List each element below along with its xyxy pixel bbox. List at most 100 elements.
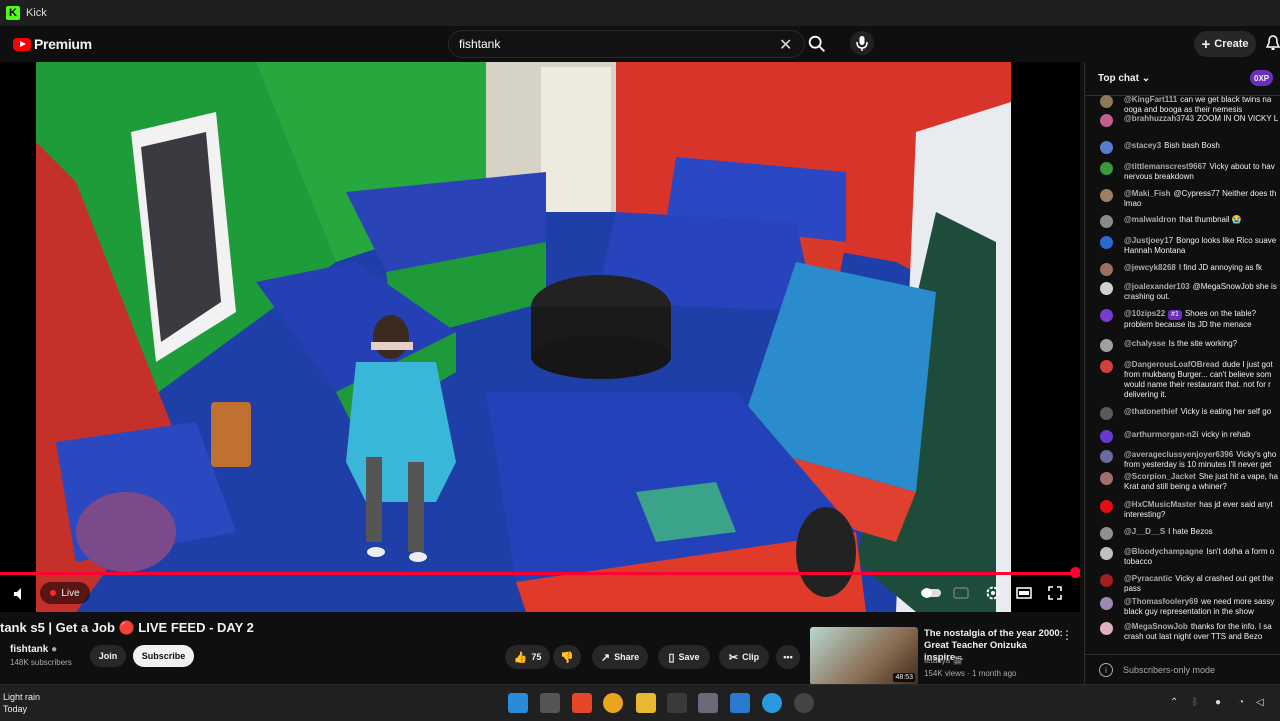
dislike-button[interactable]: 👎 [553,645,581,669]
terminal-icon[interactable] [667,693,687,713]
chat-text: ZOOM IN ON VICKY L [1197,114,1279,123]
theater-mode-icon[interactable] [1015,584,1033,602]
avatar[interactable] [1100,430,1113,443]
join-button[interactable]: Join [90,645,126,667]
edge-icon[interactable] [762,693,782,713]
avatar[interactable] [1100,472,1113,485]
mic-tray-icon[interactable]: ● [1215,697,1221,708]
task-view-icon[interactable] [540,693,560,713]
recommended-thumbnail[interactable]: 48:53 [810,627,918,685]
chat-author[interactable]: @10zips22 [1124,309,1165,318]
search-box[interactable]: fishtank ✕ [448,30,805,58]
fullscreen-icon[interactable] [1046,584,1064,602]
chat-author[interactable]: @jewcyk8268 [1124,263,1176,272]
clear-search-icon[interactable]: ✕ [779,35,792,55]
like-button[interactable]: 👍 75 [505,645,550,669]
chat-author[interactable]: @brahhuzzah3743 [1124,114,1194,123]
avatar[interactable] [1100,215,1113,228]
chat-author[interactable]: @HxCMusicMaster [1124,500,1196,509]
live-button[interactable]: Live [40,582,90,604]
clip-button[interactable]: ✂ Clip [719,645,769,669]
scissors-icon: ✂ [728,651,739,664]
3d-cube-icon[interactable] [698,693,718,713]
vscode-icon[interactable] [730,693,750,713]
speaker-icon[interactable]: ◁ [1256,697,1264,708]
chat-author[interactable]: @Bloodychampagne [1124,547,1203,556]
search-input[interactable]: fishtank [459,37,500,51]
chat-author[interactable]: @Pyracantic [1124,574,1172,583]
chat-author[interactable]: @arthurmorgan-n2i [1124,430,1198,439]
avatar[interactable] [1100,574,1113,587]
chat-points-pill[interactable]: 0XP [1250,70,1274,86]
avatar[interactable] [1100,162,1113,175]
avatar[interactable] [1100,622,1113,635]
recommended-channel[interactable]: tetauya 🎬 [924,656,962,665]
channel-name[interactable]: fishtank ● [10,644,57,655]
notifications-bell-icon[interactable] [1266,35,1280,51]
avatar[interactable] [1100,407,1113,420]
avatar[interactable] [1100,547,1113,560]
avatar[interactable] [1100,95,1113,108]
info-icon[interactable]: i [1099,663,1113,677]
save-button[interactable]: ▯ Save [658,645,710,669]
avatar[interactable] [1100,236,1113,249]
chat-author[interactable]: @stacey3 [1124,141,1161,150]
chat-author[interactable]: @Maki_Fish [1124,189,1170,198]
create-button[interactable]: + Create [1194,31,1256,57]
avatar[interactable] [1100,309,1113,322]
avatar[interactable] [1100,141,1113,154]
chat-author[interactable]: @J__D__S [1124,527,1165,536]
chat-author[interactable]: @joalexander103 [1124,282,1190,291]
more-actions-button[interactable]: ••• [776,645,800,669]
avatar[interactable] [1100,282,1113,295]
chat-author[interactable]: @MegaSnowJob [1124,622,1188,631]
chat-author[interactable]: @DangerousLoafOBread [1124,360,1219,369]
chat-author[interactable]: @tittlemanscrest9667 [1124,162,1207,171]
progress-bar[interactable] [0,572,1075,575]
chat-author[interactable]: @Thomasfoolery69 [1124,597,1198,606]
avatar[interactable] [1100,360,1113,373]
avatar[interactable] [1100,527,1113,540]
chat-author[interactable]: @KingFart111 [1124,95,1177,104]
chat-author[interactable]: @chalysse [1124,339,1166,348]
settings-gear-icon[interactable] [984,584,1002,602]
youtube-premium-logo[interactable]: Premium [13,36,92,52]
avatar[interactable] [1100,597,1113,610]
search-icon[interactable] [806,33,828,55]
chrome-icon[interactable] [603,693,623,713]
captions-icon[interactable] [952,584,970,602]
avatar[interactable] [1100,450,1113,463]
chat-message-body: @arthurmorgan-n2i vicky in rehab [1124,430,1280,440]
avatar[interactable] [1100,339,1113,352]
avatar[interactable] [1100,114,1113,127]
live-dot-icon [50,590,57,596]
avatar[interactable] [1100,263,1113,276]
tray-chevron-icon[interactable]: ⌃ [1170,697,1178,708]
voice-search-button[interactable] [850,31,874,55]
chat-author[interactable]: @Justjoey17 [1124,236,1173,245]
file-explorer-icon[interactable] [636,693,656,713]
windows-start-icon[interactable] [508,693,528,713]
share-button[interactable]: ↗ Share [592,645,648,669]
chat-mode-dropdown[interactable]: Top chat ⌄ [1098,73,1150,84]
autoplay-toggle-icon[interactable] [920,584,942,602]
bluetooth-icon[interactable]: ᛒ [1192,697,1198,708]
chat-author[interactable]: @thatonethief [1124,407,1178,416]
avatar[interactable] [1100,189,1113,202]
weather-widget[interactable]: Light rain Today [3,691,40,715]
subscribe-button[interactable]: Subscribe [133,645,194,667]
chat-author[interactable]: @malwaldron [1124,215,1176,224]
chat-message-body: @KingFart111 can we get black twins na oo… [1124,95,1280,115]
progress-scrubber[interactable] [1070,567,1080,578]
avatar[interactable] [1100,500,1113,513]
chat-author[interactable]: @Scorpion_Jacket [1124,472,1196,481]
recommended-more-icon[interactable]: ⋮ [1061,628,1073,642]
chat-author[interactable]: @averageclussyenjoyer6396 [1124,450,1233,459]
wifi-icon[interactable]: ◔ [1238,697,1244,708]
chat-rank-badge: #1 [1168,310,1182,320]
app-icon[interactable] [794,693,814,713]
chat-message-body: @Pyracantic Vicky al crashed out get the … [1124,574,1280,594]
volume-icon[interactable] [12,586,28,602]
brave-browser-icon[interactable] [572,693,592,713]
video-player[interactable]: Live [0,62,1080,612]
